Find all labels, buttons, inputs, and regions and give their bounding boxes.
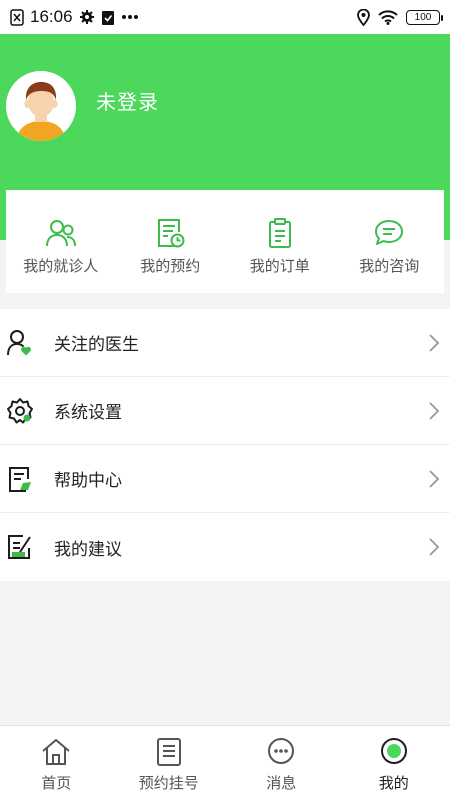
menu-item-followed-doctors[interactable]: 关注的医生 (0, 309, 450, 377)
menu-item-help-center[interactable]: 帮助中心 (0, 445, 450, 513)
menu-item-label: 关注的医生 (54, 335, 139, 354)
followed-doctor-icon (7, 329, 31, 355)
tab-home[interactable]: 首页 (0, 726, 113, 800)
menu-item-system-settings[interactable]: 系统设置 (0, 377, 450, 445)
tab-register[interactable]: 预约挂号 (113, 726, 226, 800)
avatar-illustration-icon (6, 71, 76, 141)
tab-label: 首页 (41, 775, 72, 792)
chevron-right-icon (429, 334, 440, 352)
quick-item-patients[interactable]: 我的就诊人 (6, 190, 116, 293)
sim-off-icon (10, 8, 24, 26)
quick-item-orders[interactable]: 我的订单 (225, 190, 335, 293)
battery-icon: 100 (406, 9, 443, 25)
tab-label: 消息 (266, 775, 297, 792)
tab-label: 我的 (378, 775, 409, 792)
appointment-icon (158, 219, 185, 248)
tab-profile[interactable]: 我的 (338, 726, 450, 800)
clipboard-check-icon (101, 10, 114, 25)
settings-gear-icon (7, 397, 33, 423)
chevron-right-icon (429, 402, 440, 420)
quick-item-label: 我的订单 (249, 258, 310, 275)
bottom-tab-bar: 首页 预约挂号 消息 我的 (0, 725, 450, 800)
tab-label: 预约挂号 (138, 775, 199, 792)
chat-bubble-icon (375, 220, 404, 245)
quick-item-label: 我的预约 (140, 258, 201, 275)
help-document-icon (9, 466, 31, 492)
register-list-icon (156, 738, 181, 766)
quick-item-label: 我的就诊人 (23, 258, 99, 275)
home-icon (42, 739, 70, 765)
menu-item-label: 系统设置 (54, 403, 122, 422)
status-bar: 16:06 100 (0, 0, 450, 34)
menu-item-suggestions[interactable]: 我的建议 (0, 513, 450, 581)
more-dots-icon (121, 15, 138, 19)
patients-icon (45, 220, 76, 247)
location-icon (357, 8, 370, 26)
suggestion-edit-icon (8, 535, 31, 559)
avatar[interactable] (6, 71, 76, 141)
quick-item-appointments[interactable]: 我的预约 (116, 190, 226, 293)
message-icon (268, 738, 295, 764)
settings-menu: 关注的医生 系统设置 帮助中心 我的建议 (0, 309, 450, 581)
quick-actions-card: 我的就诊人 我的预约 我的订单 我的咨询 (6, 190, 444, 293)
chevron-right-icon (429, 470, 440, 488)
quick-item-consultations[interactable]: 我的咨询 (335, 190, 445, 293)
chevron-right-icon (429, 538, 440, 556)
quick-item-label: 我的咨询 (359, 258, 420, 275)
menu-item-label: 我的建议 (54, 539, 122, 559)
gear-icon (79, 10, 94, 24)
profile-icon (380, 738, 407, 764)
login-status[interactable]: 未登录 (96, 86, 159, 115)
wifi-icon (378, 9, 398, 25)
battery-level: 100 (414, 11, 432, 23)
tab-messages[interactable]: 消息 (225, 726, 338, 800)
order-clipboard-icon (268, 218, 291, 248)
menu-item-label: 帮助中心 (54, 471, 122, 490)
status-time: 16:06 (30, 7, 73, 26)
